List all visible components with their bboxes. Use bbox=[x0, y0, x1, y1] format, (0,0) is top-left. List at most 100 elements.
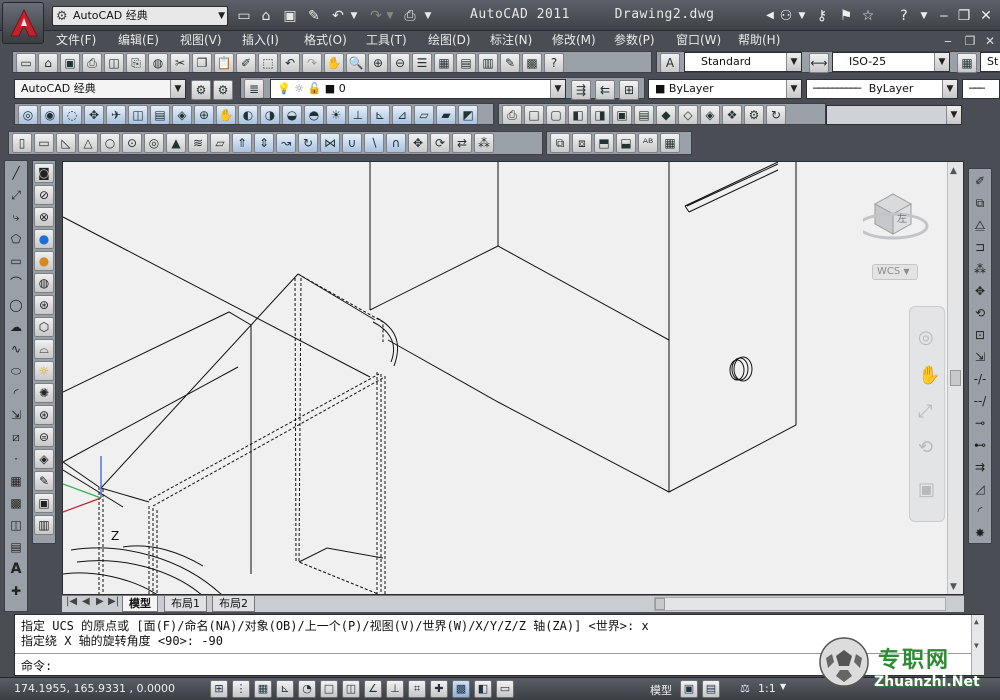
nw-iso-icon[interactable]: ❖ bbox=[722, 105, 742, 124]
pan-hand-icon[interactable]: ✋ bbox=[918, 365, 940, 386]
revolve-icon[interactable]: ↻ bbox=[298, 133, 318, 153]
lineweight-icon[interactable]: ✚ bbox=[430, 680, 448, 698]
render-icon[interactable]: ☀ bbox=[326, 105, 346, 124]
block-editor-icon[interactable]: ⬚ bbox=[258, 53, 278, 72]
mirror-icon[interactable]: ⧋ bbox=[970, 215, 990, 235]
render-window-icon[interactable]: ▣ bbox=[34, 493, 54, 513]
sphere-icon[interactable]: ○ bbox=[100, 133, 120, 153]
ducs-icon[interactable]: ⊥ bbox=[386, 680, 404, 698]
wedge-icon[interactable]: ◺ bbox=[56, 133, 76, 153]
calculator-icon[interactable]: ▩ bbox=[522, 53, 542, 72]
save-tb-icon[interactable]: ▣ bbox=[60, 53, 80, 72]
multiline-text-icon[interactable]: A bbox=[6, 559, 26, 579]
extrude-icon[interactable]: ⇑ bbox=[232, 133, 252, 153]
viewcube[interactable]: 左 bbox=[857, 184, 943, 254]
region-icon[interactable]: ◫ bbox=[6, 515, 26, 535]
sweep-icon[interactable]: ↝ bbox=[276, 133, 296, 153]
workspace-gear-icon[interactable]: ⚙ bbox=[213, 80, 233, 100]
hide-icon[interactable]: ◙ bbox=[34, 163, 54, 183]
tab-nav-first-icon[interactable]: |◀ bbox=[66, 596, 77, 607]
text-style-icon[interactable]: A bbox=[660, 53, 680, 72]
visual-style-3-icon[interactable]: ◒ bbox=[282, 105, 302, 124]
menu-window[interactable]: 窗口(W) bbox=[676, 32, 721, 49]
tab-nav-next-icon[interactable]: ▶ bbox=[96, 596, 104, 607]
table-style-combo[interactable]: St bbox=[980, 52, 1000, 72]
layer-previous-icon[interactable]: ⇇ bbox=[595, 80, 615, 100]
erase-icon[interactable]: ✐ bbox=[970, 171, 990, 191]
ortho-icon[interactable]: ⊾ bbox=[276, 680, 294, 698]
point-light-icon[interactable]: ✺ bbox=[34, 383, 54, 403]
preview-icon[interactable]: ◫ bbox=[104, 53, 124, 72]
subtract-icon[interactable]: ∖ bbox=[364, 133, 384, 153]
polysolid-icon[interactable]: ▯ bbox=[12, 133, 32, 153]
workspace-switcher[interactable]: ⚙ AutoCAD 经典 ▼ bbox=[52, 6, 228, 26]
qnew-icon[interactable]: ▭ bbox=[16, 53, 36, 72]
ellipse-icon[interactable]: ⬭ bbox=[6, 361, 26, 381]
bring-above-icon[interactable]: ⬒ bbox=[594, 133, 614, 153]
materials-icon[interactable]: ● bbox=[34, 229, 54, 249]
osnap-icon[interactable]: □ bbox=[320, 680, 338, 698]
menu-draw[interactable]: 绘图(D) bbox=[428, 32, 471, 49]
box-icon[interactable]: ▭ bbox=[34, 133, 54, 153]
continuous-orbit-icon[interactable]: ◌ bbox=[62, 105, 82, 124]
communication-center-icon[interactable]: ⚑ bbox=[836, 6, 856, 26]
send-under-icon[interactable]: ⬓ bbox=[616, 133, 636, 153]
right-view-icon[interactable]: ◨ bbox=[590, 105, 610, 124]
help-icon[interactable]: ? bbox=[894, 6, 914, 26]
zoom-extents-icon[interactable]: ⤢ bbox=[918, 401, 932, 422]
annotation-scale-icon[interactable]: ⚖ bbox=[740, 682, 750, 695]
visual-style-2-icon[interactable]: ◑ bbox=[260, 105, 280, 124]
bottom-view-icon[interactable]: ▢ bbox=[546, 105, 566, 124]
hatch-icon[interactable]: ▦ bbox=[6, 471, 26, 491]
save-icon[interactable]: ▣ bbox=[280, 6, 300, 26]
revcloud-icon[interactable]: ☁ bbox=[6, 317, 26, 337]
walk-icon[interactable]: ✥ bbox=[84, 105, 104, 124]
add-selected-icon[interactable]: ✚ bbox=[6, 581, 26, 601]
teapot-icon[interactable]: ⌓ bbox=[34, 339, 54, 359]
horizontal-scrollbar[interactable] bbox=[654, 597, 946, 611]
explode-icon[interactable]: ✸ bbox=[970, 523, 990, 543]
transparency-icon[interactable]: ▩ bbox=[452, 680, 470, 698]
markup-icon[interactable]: ✎ bbox=[500, 53, 520, 72]
cone-icon[interactable]: △ bbox=[78, 133, 98, 153]
3d-align-icon[interactable]: ⇄ bbox=[452, 133, 472, 153]
workspace-combo[interactable]: AutoCAD 经典 ▼ bbox=[14, 79, 186, 99]
scale-icon[interactable]: ⊡ bbox=[970, 325, 990, 345]
new-file-icon[interactable]: ▭ bbox=[234, 6, 254, 26]
menu-dimension[interactable]: 标注(N) bbox=[490, 32, 532, 49]
menu-tools[interactable]: 工具(T) bbox=[366, 32, 407, 49]
visual-style-1-icon[interactable]: ◐ bbox=[238, 105, 258, 124]
distant-light-icon[interactable]: ⊜ bbox=[34, 427, 54, 447]
sw-iso-icon[interactable]: ◆ bbox=[656, 105, 676, 124]
orbit-icon[interactable]: ◎ bbox=[18, 105, 38, 124]
quick-view-layouts-icon[interactable]: ▣ bbox=[680, 680, 698, 698]
menu-modify[interactable]: 修改(M) bbox=[552, 32, 596, 49]
3d-move-icon[interactable]: ✥ bbox=[408, 133, 428, 153]
doc-minimize-icon[interactable]: ‒ bbox=[940, 33, 956, 49]
ucs-view-icon[interactable]: ◩ bbox=[458, 105, 478, 124]
3d-array-icon[interactable]: ⁂ bbox=[474, 133, 494, 153]
sun-light-icon[interactable]: ☼ bbox=[34, 361, 54, 381]
save-as-icon[interactable]: ✎ bbox=[304, 6, 324, 26]
application-menu-button[interactable] bbox=[2, 2, 44, 44]
move-icon[interactable]: ✥ bbox=[970, 281, 990, 301]
close-icon[interactable]: ✕ bbox=[976, 6, 996, 26]
se-iso-icon[interactable]: ◇ bbox=[678, 105, 698, 124]
circle-icon[interactable]: ◯ bbox=[6, 295, 26, 315]
workspace-settings-icon[interactable]: ⚙ bbox=[191, 80, 211, 100]
coordinates-readout[interactable]: 174.1955, 165.9331 , 0.0000 bbox=[14, 682, 175, 695]
tab-nav-prev-icon[interactable]: ◀ bbox=[82, 596, 90, 607]
trim-icon[interactable]: -/- bbox=[970, 369, 990, 389]
menu-edit[interactable]: 编辑(E) bbox=[118, 32, 159, 49]
visual-styles-icon[interactable]: ⊘ bbox=[34, 185, 54, 205]
make-current-icon[interactable]: ⇶ bbox=[571, 80, 591, 100]
plot-tb-icon[interactable]: ⎙ bbox=[82, 53, 102, 72]
break-icon[interactable]: ⊷ bbox=[970, 435, 990, 455]
spot-light-icon[interactable]: ⊛ bbox=[34, 405, 54, 425]
line-icon[interactable]: ╱ bbox=[6, 163, 26, 183]
properties-icon[interactable]: ☰ bbox=[412, 53, 432, 72]
menu-format[interactable]: 格式(O) bbox=[304, 32, 347, 49]
showmotion-icon[interactable]: ▣ bbox=[918, 479, 935, 500]
send-back-icon[interactable]: ⧈ bbox=[572, 133, 592, 153]
planar-surface-icon[interactable]: ▱ bbox=[210, 133, 230, 153]
